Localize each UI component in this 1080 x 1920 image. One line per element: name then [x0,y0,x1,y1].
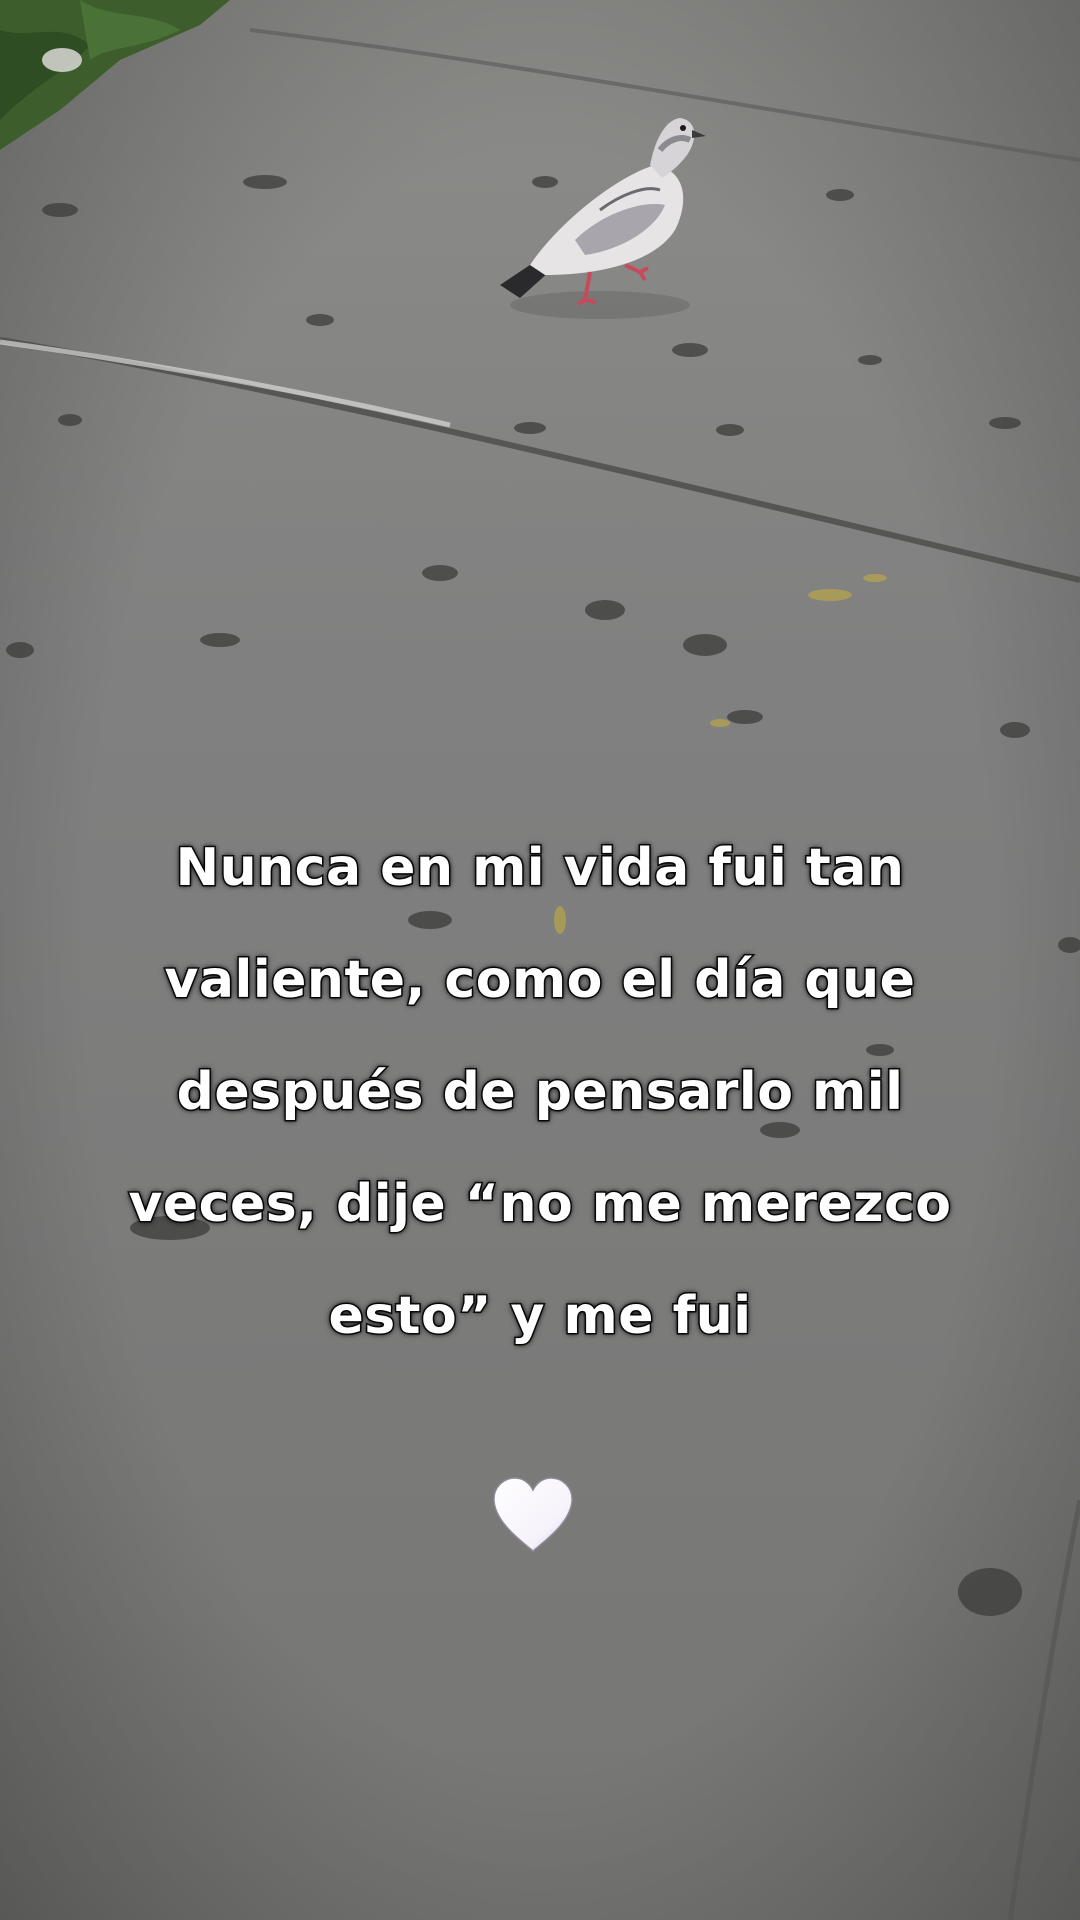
caption-line: esto” y me fui [327,1285,753,1348]
caption-line: valiente, como el día que [163,949,916,1012]
caption-line: veces, dije “no me merezco [127,1173,953,1236]
white-heart-icon [493,1477,573,1553]
caption-line: después de pensarlo mil [175,1061,904,1124]
video-frame: Nunca en mi vida fui tan valiente, como … [0,0,1080,1920]
caption-line: Nunca en mi vida fui tan [174,837,905,900]
caption-text: Nunca en mi vida fui tan valiente, como … [0,812,1080,1372]
